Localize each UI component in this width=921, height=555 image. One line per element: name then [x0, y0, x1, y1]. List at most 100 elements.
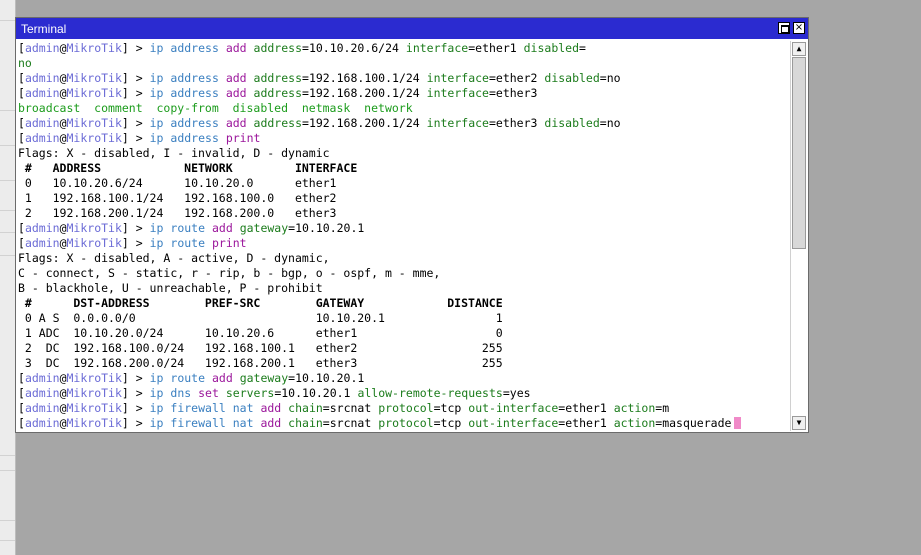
command-word: add	[225, 116, 247, 130]
command-word: add	[225, 71, 247, 85]
param-value: ether1	[475, 41, 517, 55]
terminal-token: >	[135, 41, 150, 55]
prompt-user: admin	[24, 371, 60, 385]
terminal-token: @	[59, 221, 67, 235]
prompt-user: admin	[24, 116, 60, 130]
command-word: ip	[149, 221, 164, 235]
terminal-token: [	[18, 116, 25, 130]
output-line: 0 A S 0.0.0.0/0 10.10.20.1 1	[18, 311, 791, 326]
command-word: ip	[149, 386, 164, 400]
terminal-token: [	[18, 131, 25, 145]
terminal-token: >	[135, 401, 150, 415]
param-value: ether1	[565, 416, 607, 430]
prompt-host: MikroTik	[66, 401, 122, 415]
terminal-token: >	[135, 86, 150, 100]
scroll-thumb[interactable]	[792, 57, 806, 249]
terminal-token: >	[135, 386, 150, 400]
param-value: 192.168.200.1/24	[308, 116, 420, 130]
command-line: [admin@MikroTik] > ip route add gateway=…	[18, 221, 791, 236]
terminal-token: =	[599, 116, 607, 130]
output-text: 3 DC 192.168.200.0/24 192.168.200.1 ethe…	[18, 356, 503, 370]
output-line: 2 DC 192.168.100.0/24 192.168.100.1 ethe…	[18, 341, 791, 356]
terminal-token: =	[433, 416, 441, 430]
strip-divider	[0, 540, 15, 541]
terminal-token: [	[18, 71, 25, 85]
output-text: broadcast comment copy-from disabled net…	[18, 101, 413, 115]
terminal-token: @	[59, 116, 67, 130]
param-name: action	[613, 416, 656, 430]
command-word: ip	[149, 131, 164, 145]
param-name: disabled	[544, 116, 600, 130]
param-value: 10.10.20.1	[295, 221, 365, 235]
output-line: B - blackhole, U - unreachable, P - proh…	[18, 281, 791, 296]
param-value: 192.168.100.1/24	[308, 71, 420, 85]
prompt-user: admin	[24, 221, 60, 235]
param-name: chain	[288, 401, 323, 415]
terminal-token: =	[502, 386, 510, 400]
scroll-down-button[interactable]: ▼	[792, 416, 806, 430]
command-word: print	[211, 236, 247, 250]
output-text: Flags: X - disabled, I - invalid, D - dy…	[18, 146, 330, 160]
command-line: [admin@MikroTik] > ip route add gateway=…	[18, 371, 791, 386]
param-name: out-interface	[468, 416, 559, 430]
scroll-up-button[interactable]: ▲	[792, 42, 806, 56]
prompt-user: admin	[24, 86, 60, 100]
param-name: address	[253, 41, 302, 55]
prompt-user: admin	[24, 386, 60, 400]
terminal-token: =	[302, 71, 309, 85]
terminal-token: ]	[121, 116, 136, 130]
param-name: interface	[426, 86, 489, 100]
close-button[interactable]: ×	[793, 22, 805, 34]
terminal-token: @	[59, 71, 67, 85]
command-line: [admin@MikroTik] > ip firewall nat add c…	[18, 416, 791, 431]
command-word: route	[170, 236, 206, 250]
command-word: firewall	[170, 401, 226, 415]
prompt-host: MikroTik	[66, 116, 122, 130]
terminal-token: >	[135, 371, 150, 385]
terminal-token: ]	[121, 386, 136, 400]
maximize-button[interactable]	[778, 22, 790, 34]
output-line: C - connect, S - static, r - rip, b - bg…	[18, 266, 791, 281]
terminal-output[interactable]: [admin@MikroTik] > ip address add addres…	[18, 41, 791, 431]
terminal-window[interactable]: Terminal × [admin@MikroTik] > ip address…	[15, 17, 809, 433]
param-value: no	[606, 116, 621, 130]
terminal-token: [	[18, 236, 25, 250]
command-word: firewall	[170, 416, 226, 430]
terminal-titlebar[interactable]: Terminal ×	[16, 18, 808, 39]
param-value: 10.10.20.1	[295, 371, 365, 385]
param-value: srcnat	[329, 401, 372, 415]
terminal-token: =	[302, 41, 309, 55]
output-text: 2 192.168.200.1/24 192.168.200.0 ether3	[18, 206, 337, 220]
terminal-token: =	[433, 401, 441, 415]
command-line: [admin@MikroTik] > ip address add addres…	[18, 116, 791, 131]
vertical-scrollbar[interactable]: ▲ ▼	[790, 41, 807, 431]
terminal-token: =	[488, 116, 496, 130]
terminal-token: [	[18, 401, 25, 415]
param-name: interface	[405, 41, 469, 55]
prompt-host: MikroTik	[66, 41, 122, 55]
terminal-token: @	[59, 236, 67, 250]
command-word: address	[170, 116, 219, 130]
terminal-token: =	[488, 71, 496, 85]
prompt-host: MikroTik	[66, 86, 122, 100]
strip-divider	[0, 455, 15, 456]
param-value: ether1	[565, 401, 607, 415]
prompt-host: MikroTik	[66, 131, 122, 145]
param-value: ether2	[495, 71, 538, 85]
param-name: disabled	[544, 71, 600, 85]
command-word: ip	[149, 116, 164, 130]
command-word: nat	[232, 416, 254, 430]
command-word: ip	[149, 416, 164, 430]
output-text: 2 DC 192.168.100.0/24 192.168.100.1 ethe…	[18, 341, 503, 355]
output-line: 3 DC 192.168.200.0/24 192.168.200.1 ethe…	[18, 356, 791, 371]
